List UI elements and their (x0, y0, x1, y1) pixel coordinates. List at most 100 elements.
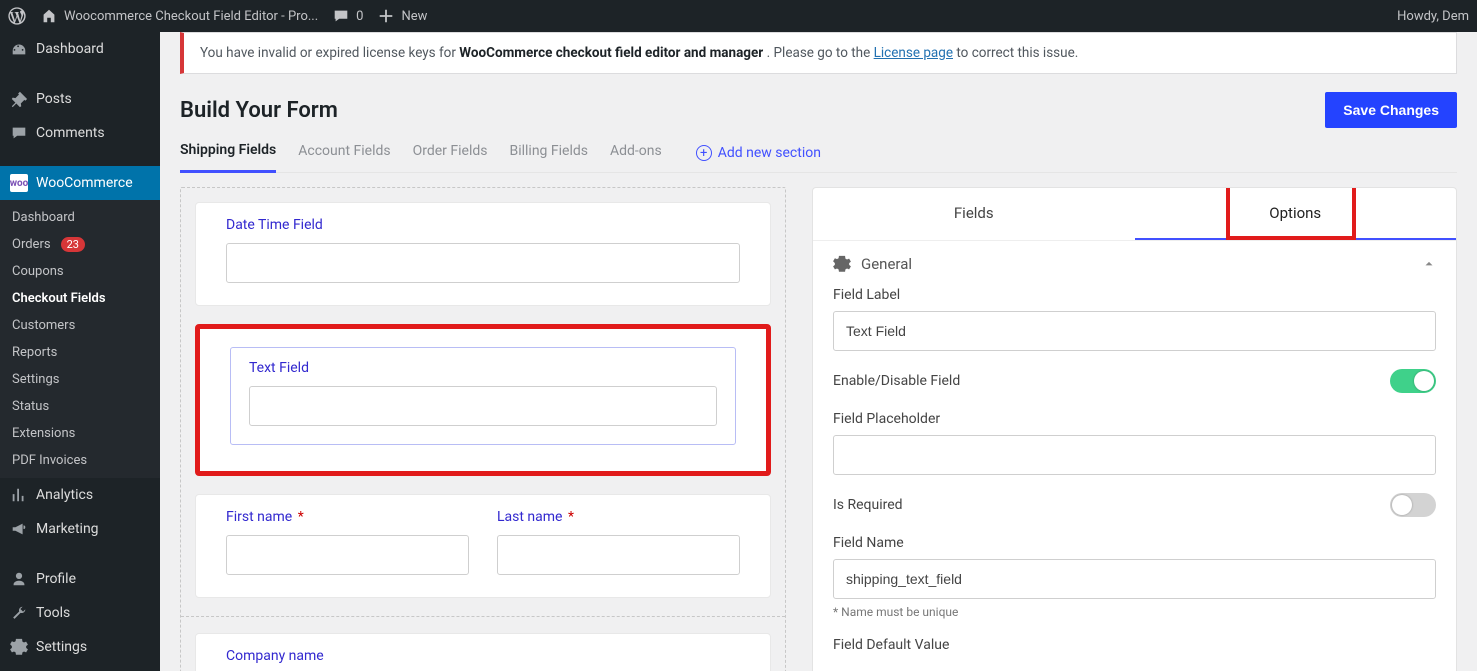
menu-profile[interactable]: Profile (0, 562, 160, 596)
home-icon (40, 7, 58, 25)
field-placeholder-label: Field Placeholder (833, 411, 1436, 427)
menu-label: Comments (36, 125, 105, 141)
tab-account[interactable]: Account Fields (298, 135, 390, 171)
menu-label: Dashboard (36, 41, 104, 57)
woocommerce-icon: woo (10, 174, 28, 192)
submenu-customers[interactable]: Customers (0, 312, 160, 339)
add-new-label: Add new section (718, 145, 821, 161)
site-title: Woocommerce Checkout Field Editor - Pro.… (64, 9, 318, 24)
field-card-company[interactable]: Company name (195, 633, 771, 671)
plus-circle-icon: + (696, 145, 712, 161)
field-label-label: Field Label (833, 287, 1436, 303)
wrench-icon (10, 604, 28, 622)
submenu-checkout-fields[interactable]: Checkout Fields (0, 285, 160, 312)
required-toggle[interactable] (1390, 493, 1436, 517)
license-notice: You have invalid or expired license keys… (180, 32, 1457, 74)
field-card-datetime[interactable]: Date Time Field (195, 202, 771, 306)
panel-tab-fields[interactable]: Fields (813, 188, 1135, 240)
page-title: Build Your Form (180, 98, 338, 123)
chevron-up-icon (1422, 257, 1436, 271)
general-section-toggle[interactable]: General (833, 241, 1436, 287)
new-label: New (401, 9, 427, 24)
field-placeholder-input[interactable] (833, 435, 1436, 475)
enable-toggle[interactable] (1390, 369, 1436, 393)
submenu-status[interactable]: Status (0, 393, 160, 420)
options-panel: Fields Options General Field Label Enabl… (812, 187, 1457, 671)
menu-dashboard[interactable]: Dashboard (0, 32, 160, 66)
pin-icon (10, 90, 28, 108)
comment-icon (332, 7, 350, 25)
menu-label: Profile (36, 571, 76, 587)
field-label-first-name: First name * (226, 509, 469, 525)
field-label-last-name: Last name * (497, 509, 740, 525)
section-tabs: Shipping Fields Account Fields Order Fie… (180, 134, 1457, 173)
field-input[interactable] (226, 243, 740, 283)
chart-icon (10, 486, 28, 504)
user-icon (10, 570, 28, 588)
menu-label: Tools (36, 605, 70, 621)
tab-shipping[interactable]: Shipping Fields (180, 134, 276, 173)
field-name-input[interactable] (833, 559, 1436, 599)
submenu-extensions[interactable]: Extensions (0, 420, 160, 447)
enable-disable-label: Enable/Disable Field (833, 373, 960, 389)
field-card-name[interactable]: First name * Last name * (195, 494, 771, 598)
menu-label: Posts (36, 91, 72, 107)
menu-analytics[interactable]: Analytics (0, 478, 160, 512)
notice-text-mid: . Please go to the (767, 45, 874, 61)
comment-count: 0 (356, 9, 363, 24)
menu-label: Marketing (36, 521, 99, 537)
plus-icon (377, 7, 395, 25)
menu-comments[interactable]: Comments (0, 116, 160, 150)
new-link[interactable]: New (377, 7, 427, 25)
field-card-textfield-selected[interactable]: Text Field (195, 324, 771, 476)
field-input[interactable] (249, 386, 717, 426)
is-required-label: Is Required (833, 497, 903, 513)
menu-posts[interactable]: Posts (0, 82, 160, 116)
submenu-settings[interactable]: Settings (0, 366, 160, 393)
submenu-coupons[interactable]: Coupons (0, 258, 160, 285)
admin-bar: Woocommerce Checkout Field Editor - Pro.… (0, 0, 1477, 32)
gear-icon (833, 255, 851, 273)
field-input[interactable] (497, 535, 740, 575)
tab-addons[interactable]: Add-ons (610, 135, 662, 171)
save-button[interactable]: Save Changes (1325, 92, 1457, 128)
tab-billing[interactable]: Billing Fields (509, 135, 588, 171)
comments-link[interactable]: 0 (332, 7, 363, 25)
orders-badge: 23 (61, 237, 85, 252)
notice-text-prefix: You have invalid or expired license keys… (200, 45, 459, 61)
wp-logo[interactable] (8, 7, 26, 25)
license-page-link[interactable]: License page (874, 45, 953, 61)
menu-settings[interactable]: Settings (0, 630, 160, 664)
menu-label: WooCommerce (36, 175, 133, 191)
tab-order[interactable]: Order Fields (413, 135, 488, 171)
howdy-link[interactable]: Howdy, Dem (1397, 9, 1469, 24)
form-builder-area[interactable]: Date Time Field Text Field First name * … (180, 187, 786, 671)
add-new-section[interactable]: + Add new section (696, 145, 821, 161)
field-label: Text Field (249, 360, 717, 376)
field-label-input[interactable] (833, 311, 1436, 351)
howdy-text: Howdy, Dem (1397, 9, 1469, 24)
menu-label: Settings (36, 639, 87, 655)
submenu-reports[interactable]: Reports (0, 339, 160, 366)
submenu-dashboard[interactable]: Dashboard (0, 204, 160, 231)
gear-icon (10, 638, 28, 656)
submenu-orders[interactable]: Orders 23 (0, 231, 160, 258)
panel-tabs: Fields Options (813, 188, 1456, 241)
field-label: Company name (226, 648, 740, 664)
notice-text-suffix: to correct this issue. (956, 45, 1078, 61)
admin-sidebar: Dashboard Posts Comments woo WooCommerce… (0, 32, 160, 671)
panel-tab-options[interactable]: Options (1135, 188, 1457, 240)
field-default-label: Field Default Value (833, 637, 1436, 653)
menu-marketing[interactable]: Marketing (0, 512, 160, 546)
site-link[interactable]: Woocommerce Checkout Field Editor - Pro.… (40, 7, 318, 25)
field-label: Date Time Field (226, 217, 740, 233)
field-input[interactable] (226, 535, 469, 575)
menu-tools[interactable]: Tools (0, 596, 160, 630)
notice-text-bold: WooCommerce checkout field editor and ma… (459, 45, 763, 61)
field-name-label: Field Name (833, 535, 1436, 551)
field-name-hint: * Name must be unique (833, 605, 1436, 619)
menu-woocommerce[interactable]: woo WooCommerce (0, 166, 160, 200)
general-title: General (861, 255, 912, 273)
comment-icon (10, 124, 28, 142)
submenu-pdf-invoices[interactable]: PDF Invoices (0, 447, 160, 474)
